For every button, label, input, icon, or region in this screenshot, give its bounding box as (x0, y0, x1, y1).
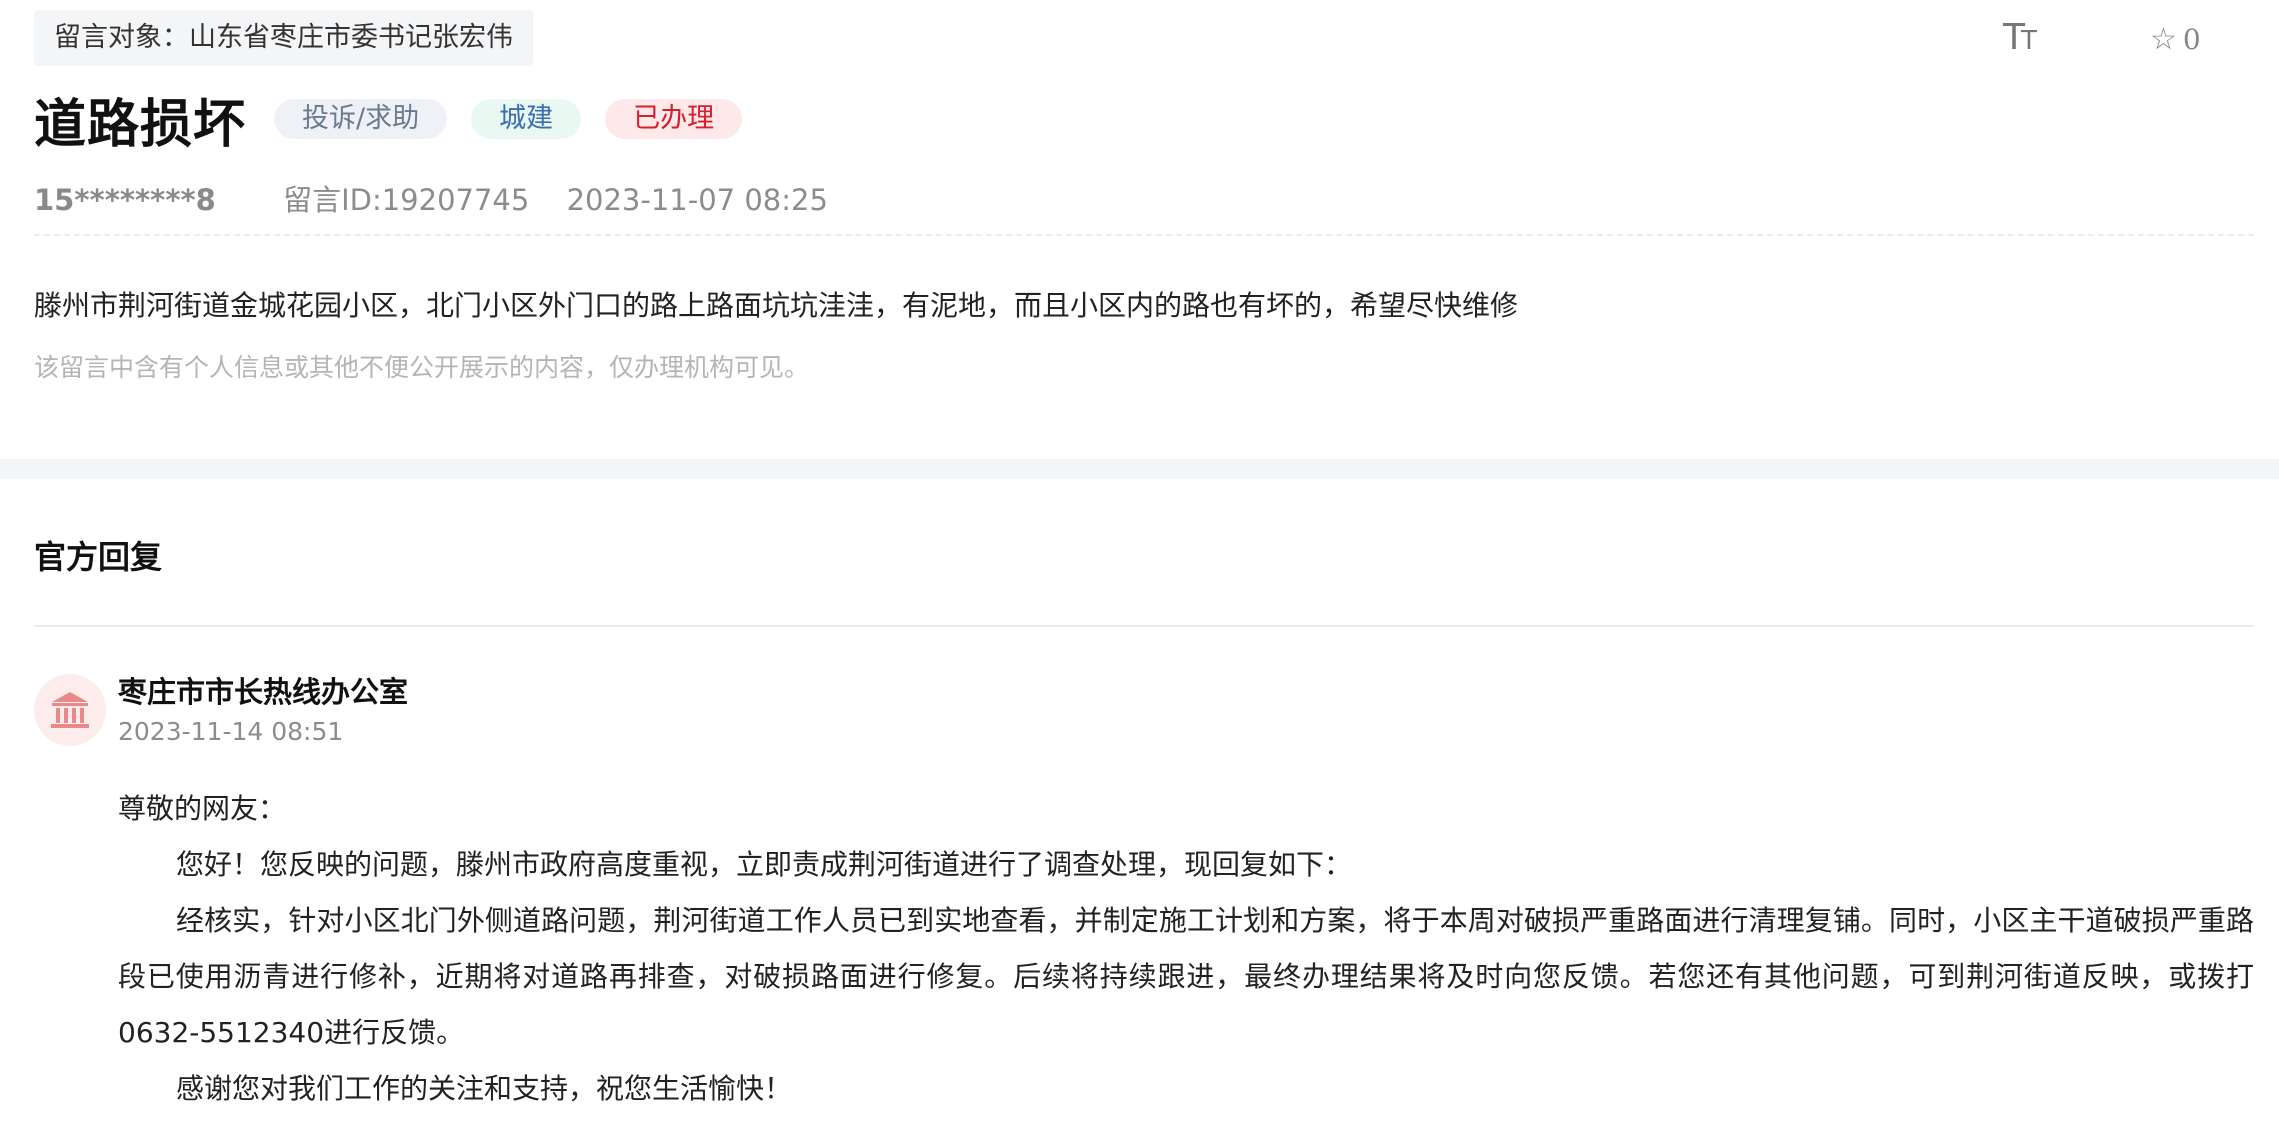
divider (34, 234, 2254, 236)
section-gap (0, 459, 2279, 479)
message-datetime: 2023-11-07 08:25 (566, 183, 828, 217)
reply-divider (34, 625, 2254, 627)
user-id: 15********8 (34, 183, 216, 217)
favorite-button[interactable]: ☆ 0 (2150, 18, 2201, 62)
avatar (34, 674, 106, 746)
message-target: 留言对象：山东省枣庄市委书记张宏伟 (34, 10, 533, 66)
star-icon: ☆ (2150, 22, 2177, 57)
category-tag: 投诉/求助 (274, 99, 448, 139)
field-tag: 城建 (471, 99, 582, 139)
message-section: 留言对象：山东省枣庄市委书记张宏伟 TT ☆ 0 道路损坏 投诉/求助 城建 已办… (0, 0, 2279, 459)
favorite-count: 0 (2182, 23, 2201, 56)
status-badge: 已办理 (605, 99, 743, 139)
message-meta: 15********8 留言ID:19207745 2023-11-07 08:… (34, 176, 828, 224)
government-building-icon (51, 692, 89, 728)
reply-paragraph: 您好！您反映的问题，滕州市政府高度重视，立即责成荆河街道进行了调查处理，现回复如… (176, 848, 1353, 881)
reply-greeting: 尊敬的网友： (118, 792, 287, 825)
font-size-icon[interactable]: TT (2003, 18, 2043, 58)
message-id: 留言ID:19207745 (283, 183, 530, 217)
reply-body: 尊敬的网友： 您好！您反映的问题，滕州市政府高度重视，立即责成荆河街道进行了调查… (118, 781, 2254, 1117)
title-row: 道路损坏 投诉/求助 城建 已办理 (34, 80, 766, 158)
font-size-small-glyph: T (2021, 26, 2037, 56)
page-title: 道路损坏 (34, 94, 247, 155)
reply-paragraph: 感谢您对我们工作的关注和支持，祝您生活愉快！ (176, 1072, 793, 1105)
reply-heading: 官方回复 (34, 538, 163, 576)
privacy-note: 该留言中含有个人信息或其他不便公开展示的内容，仅办理机构可见。 (34, 353, 810, 382)
office-name: 枣庄市市长热线办公室 (118, 675, 409, 709)
message-content: 滕州市荆河街道金城花园小区，北门小区外门口的路上路面坑坑洼洼，有泥地，而且小区内… (34, 289, 1519, 322)
reply-paragraph: 经核实，针对小区北门外侧道路问题，荆河街道工作人员已到实地查看，并制定施工计划和… (118, 904, 2254, 1049)
reply-datetime: 2023-11-14 08:51 (118, 717, 344, 746)
